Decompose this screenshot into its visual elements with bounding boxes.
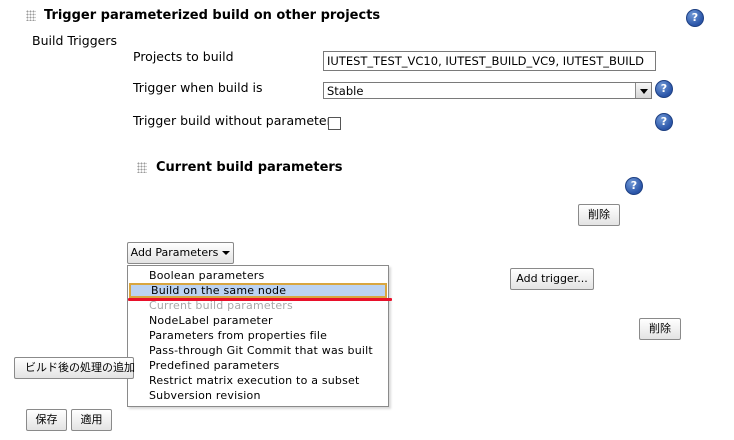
menu-item-predefined-parameters[interactable]: Predefined parameters	[129, 358, 387, 373]
trigger-when-build-label: Trigger when build is	[133, 80, 263, 95]
menu-item-boolean-parameters[interactable]: Boolean parameters	[129, 268, 387, 283]
add-post-build-action-button[interactable]: ビルド後の処理の追加	[14, 357, 135, 379]
add-trigger-button[interactable]: Add trigger...	[510, 268, 594, 290]
section-title: Trigger parameterized build on other pro…	[44, 8, 381, 23]
section-drag-handle[interactable]	[26, 10, 36, 21]
apply-button[interactable]: 適用	[71, 409, 112, 431]
trigger-without-params-checkbox[interactable]	[328, 117, 341, 130]
menu-item-restrict-matrix-execution[interactable]: Restrict matrix execution to a subset	[129, 373, 387, 388]
help-icon[interactable]: ?	[655, 113, 673, 131]
menu-item-pass-through-git-commit[interactable]: Pass-through Git Commit that was built	[129, 343, 387, 358]
trigger-without-params-label: Trigger build without parameters	[133, 113, 339, 128]
current-params-title: Current build parameters	[156, 160, 343, 175]
help-icon[interactable]: ?	[655, 80, 673, 98]
add-post-build-action-label: ビルド後の処理の追加	[25, 361, 135, 374]
current-params-drag-handle[interactable]	[137, 162, 147, 173]
projects-to-build-input[interactable]: IUTEST_TEST_VC10, IUTEST_BUILD_VC9, IUTE…	[323, 51, 656, 71]
add-parameters-menu: Boolean parameters Build on the same nod…	[127, 265, 389, 407]
trigger-when-build-select[interactable]: Stable	[323, 82, 652, 99]
trigger-when-build-value: Stable	[327, 84, 364, 98]
delete-current-params-button[interactable]: 削除	[578, 204, 620, 226]
save-button[interactable]: 保存	[26, 409, 67, 431]
projects-to-build-label: Projects to build	[133, 49, 234, 64]
caret-down-icon	[222, 251, 231, 255]
chevron-down-icon[interactable]	[635, 83, 651, 98]
add-parameters-button[interactable]: Add Parameters	[127, 242, 234, 264]
menu-item-subversion-revision[interactable]: Subversion revision	[129, 388, 387, 403]
build-triggers-label: Build Triggers	[32, 33, 117, 48]
add-parameters-label: Add Parameters	[130, 246, 219, 259]
menu-item-nodelabel-parameter[interactable]: NodeLabel parameter	[129, 313, 387, 328]
help-icon[interactable]: ?	[686, 9, 704, 27]
delete-trigger-button[interactable]: 削除	[639, 318, 681, 340]
help-icon[interactable]: ?	[625, 177, 643, 195]
annotation-underline	[128, 298, 392, 301]
menu-item-parameters-from-properties[interactable]: Parameters from properties file	[129, 328, 387, 343]
menu-item-build-on-same-node[interactable]: Build on the same node	[129, 283, 387, 298]
